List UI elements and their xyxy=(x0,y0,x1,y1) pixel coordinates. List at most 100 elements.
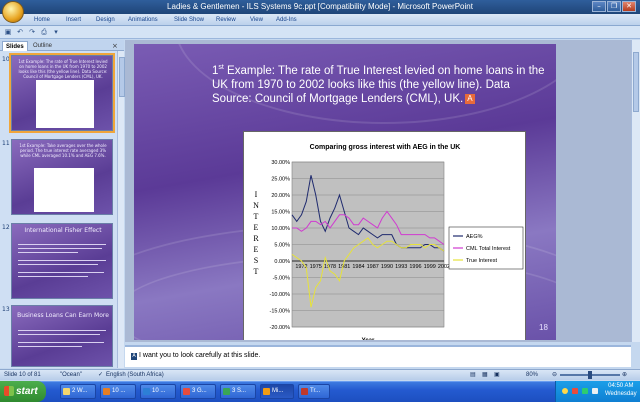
legend-label: AEG% xyxy=(466,234,483,240)
view-normal-icon[interactable]: ▤ xyxy=(470,370,476,381)
taskbar-item[interactable]: 3 S... xyxy=(220,384,256,399)
view-sorter-icon[interactable]: ▦ xyxy=(482,370,488,381)
window-title: Ladies & Gentlemen - ILS Systems 9c.ppt … xyxy=(167,2,473,11)
slide-thumb-11[interactable]: 1st Example: Take averages over the whol… xyxy=(11,139,113,215)
language-icon: ✓ xyxy=(98,372,104,378)
tab-design[interactable]: Design xyxy=(96,14,115,26)
y-tick-label: 5.00% xyxy=(274,243,290,249)
tray-icon[interactable] xyxy=(562,388,568,394)
customize-icon[interactable]: ▾ xyxy=(52,28,60,36)
notes-text: I want you to look carefully at this sli… xyxy=(139,352,261,359)
taskbar-item[interactable]: 2 W... xyxy=(60,384,96,399)
thumb-text-line xyxy=(18,248,102,249)
x-tick-label: 1999 xyxy=(424,264,436,270)
slide-title[interactable]: 1st Example: The rate of True Interest l… xyxy=(212,61,552,106)
tab-animations[interactable]: Animations xyxy=(128,14,158,26)
app-icon xyxy=(301,388,308,395)
tray-icon[interactable] xyxy=(572,388,578,394)
chart-svg: Comparing gross interest with AEG in the… xyxy=(253,144,524,340)
notes-text-row[interactable]: AI want you to look carefully at this sl… xyxy=(131,352,260,360)
x-tick-label: 1981 xyxy=(338,264,350,270)
tab-review[interactable]: Review xyxy=(216,14,236,26)
y-tick-label: 10.00% xyxy=(271,226,290,232)
zoom-in-icon[interactable]: ⊕ xyxy=(622,370,627,381)
thumb-text-line xyxy=(18,276,88,277)
taskbar-item-active[interactable]: Mi... xyxy=(260,384,294,399)
undo-icon[interactable]: ↶ xyxy=(16,28,24,36)
pane-scrollbar[interactable] xyxy=(117,51,125,368)
pane-close-icon[interactable]: × xyxy=(112,42,118,50)
tab-view[interactable]: View xyxy=(250,14,263,26)
tab-home[interactable]: Home xyxy=(34,14,50,26)
language[interactable]: English (South Africa) xyxy=(106,370,164,381)
clock-day: Wednesday xyxy=(605,391,637,397)
x-tick-label: 1990 xyxy=(381,264,393,270)
taskbar-item[interactable]: Tr... xyxy=(298,384,330,399)
taskbar-item[interactable]: 10 ... xyxy=(140,384,176,399)
thumb-text-line xyxy=(18,272,104,273)
maximize-button[interactable]: ❐ xyxy=(607,1,621,12)
thumb-number: 11 xyxy=(2,140,10,147)
chart-title: Comparing gross interest with AEG in the… xyxy=(310,144,461,151)
y-tick-label: 15.00% xyxy=(271,210,290,216)
pane-tabs: Slides Outline xyxy=(0,40,124,51)
clock[interactable]: 04:50 AM Wednesday xyxy=(605,382,637,398)
chart[interactable]: Comparing gross interest with AEG in the… xyxy=(243,131,526,340)
slide-thumb-13[interactable]: Business Loans Can Earn More xyxy=(11,305,113,367)
tab-slide-show[interactable]: Slide Show xyxy=(174,14,204,26)
office-button[interactable] xyxy=(2,1,24,23)
canvas-scroll-thumb[interactable] xyxy=(633,52,639,112)
x-axis-title: Year xyxy=(362,338,375,340)
title-text: Example: The rate of True Interest levie… xyxy=(212,64,545,105)
thumb-title: Business Loans Can Earn More xyxy=(17,312,109,319)
taskbar-item[interactable]: 3 G... xyxy=(180,384,216,399)
tab-outline[interactable]: Outline xyxy=(30,41,55,51)
y-axis-title-letter: S xyxy=(254,256,258,265)
thumb-text-line xyxy=(18,330,106,331)
thumb-text-line xyxy=(18,252,78,253)
taskbar-item[interactable]: 10 ... xyxy=(100,384,136,399)
zoom-slider-handle[interactable] xyxy=(588,371,592,379)
thumb-text-line xyxy=(18,264,98,265)
animation-marker[interactable]: A xyxy=(465,93,475,104)
save-icon[interactable]: ▣ xyxy=(4,28,12,36)
browser-icon xyxy=(183,388,190,395)
minimize-button[interactable]: – xyxy=(592,1,606,12)
quick-access-toolbar: ▣ ↶ ↷ ⎙ ▾ xyxy=(0,26,640,39)
x-tick-label: 2002 xyxy=(438,264,450,270)
x-tick-label: 1978 xyxy=(324,264,336,270)
tab-insert[interactable]: Insert xyxy=(66,14,81,26)
slide-thumb-10[interactable]: 1st Example: The rate of True Interest l… xyxy=(9,53,115,133)
y-tick-label: -20.00% xyxy=(270,325,291,331)
tab-slides[interactable]: Slides xyxy=(2,41,28,51)
word-icon xyxy=(143,388,150,395)
app-icon xyxy=(223,388,230,395)
thumb-text-line xyxy=(18,342,104,343)
slide-thumb-12[interactable]: International Fisher Effect xyxy=(11,223,113,299)
y-axis-title-letter: R xyxy=(253,234,259,243)
y-tick-label: 30.00% xyxy=(271,160,290,166)
speaker-icon[interactable] xyxy=(592,388,598,394)
redo-icon[interactable]: ↷ xyxy=(28,28,36,36)
y-tick-label: 0.00% xyxy=(274,259,290,265)
powerpoint-icon xyxy=(263,388,270,395)
zoom-out-icon[interactable]: ⊖ xyxy=(552,370,557,381)
y-axis-title-letter: E xyxy=(254,245,259,254)
thumb-text-line xyxy=(18,334,100,335)
theme-name: "Ocean" xyxy=(60,372,82,378)
close-button[interactable]: ✕ xyxy=(622,1,636,12)
thumb-title: 1st Example: The rate of True Interest l… xyxy=(18,59,108,79)
x-tick-label: 1996 xyxy=(409,264,421,270)
y-tick-label: -5.00% xyxy=(273,276,291,282)
canvas-scrollbar[interactable] xyxy=(631,40,640,342)
tray-icon[interactable] xyxy=(582,388,588,394)
zoom-level[interactable]: 80% xyxy=(526,370,538,381)
print-icon[interactable]: ⎙ xyxy=(40,28,48,36)
slide[interactable]: 1st Example: The rate of True Interest l… xyxy=(134,44,556,340)
tab-add-ins[interactable]: Add-Ins xyxy=(276,14,297,26)
view-slideshow-icon[interactable]: ▣ xyxy=(494,370,500,381)
y-tick-label: 20.00% xyxy=(271,193,290,199)
folder-icon xyxy=(63,388,70,395)
thumb-number: 13 xyxy=(2,306,10,313)
x-tick-label: 1984 xyxy=(352,264,364,270)
